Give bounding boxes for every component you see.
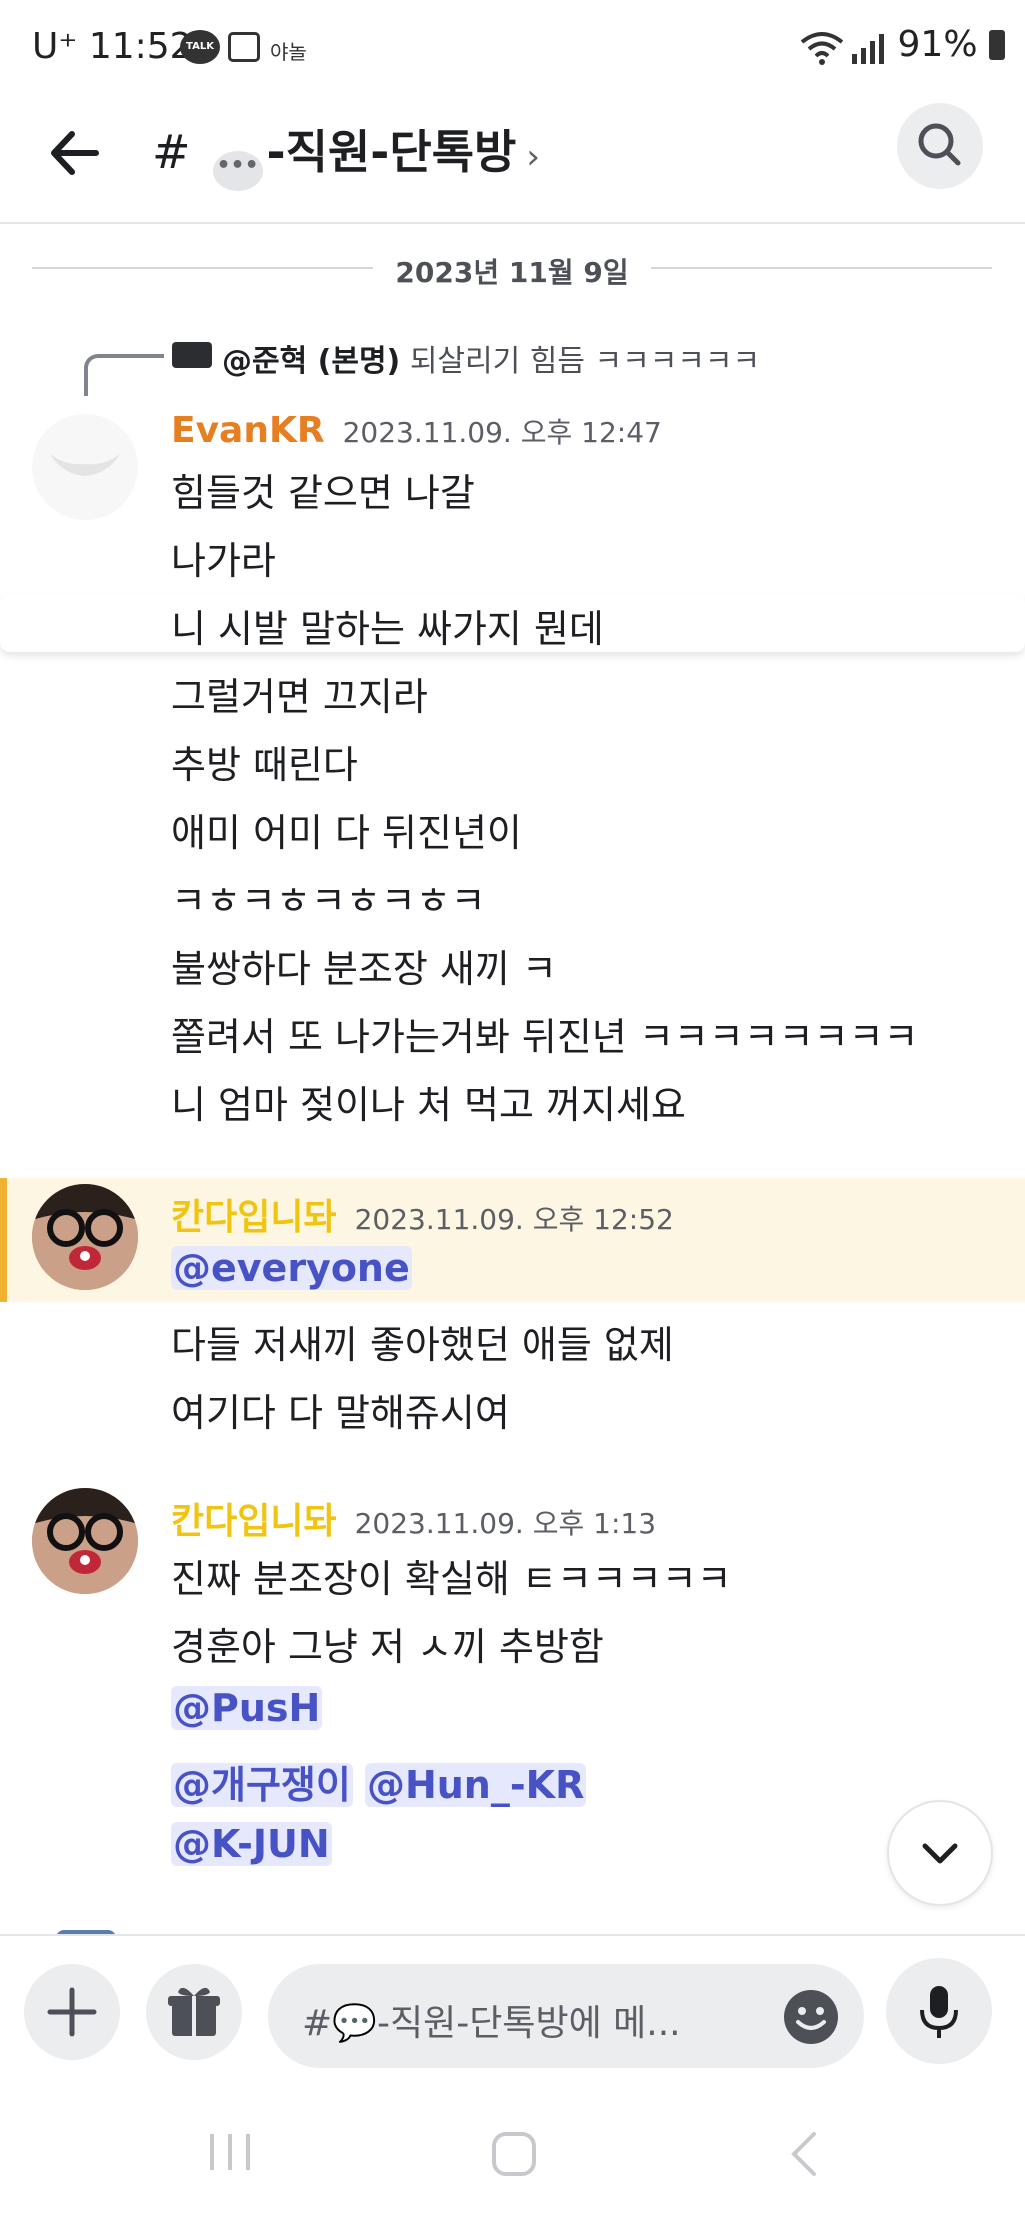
message-header: 칸다입니돠 2023.11.09. 오후 12:52	[171, 1188, 674, 1240]
message-line[interactable]: @개구쟁이 @Hun_-KR	[171, 1754, 587, 1809]
avatar-face-icon	[32, 1488, 138, 1594]
chevron-down-icon	[922, 1843, 958, 1864]
everyone-mention[interactable]: @everyone	[171, 1246, 412, 1290]
search-button[interactable]	[897, 103, 983, 189]
wifi-icon	[800, 32, 844, 65]
date-divider-label: 2023년 11월 9일	[373, 256, 651, 289]
message-line[interactable]: @everyone	[171, 1246, 412, 1290]
message-line[interactable]: 나가라	[171, 530, 276, 585]
message-line[interactable]: 진짜 분조장이 확실해 ㅌㅋㅋㅋㅋㅋ	[171, 1548, 732, 1603]
reply-author: @준혁 (본명)	[222, 344, 401, 379]
voice-message-button[interactable]	[886, 1958, 992, 2064]
author-name[interactable]: 칸다입니돠	[171, 1197, 337, 1238]
message-line[interactable]: 니 시발 말하는 싸가지 뭔데	[171, 598, 604, 653]
gallery-icon	[228, 32, 260, 62]
avatar-face-icon	[32, 1184, 138, 1290]
message-header: 칸다입니돠 2023.11.09. 오후 1:13	[171, 1492, 656, 1544]
message-line[interactable]: 불쌍하다 분조장 새끼 ㅋ	[171, 938, 557, 993]
home-icon[interactable]	[490, 2130, 538, 2178]
message-line[interactable]: 여기다 다 말해쥬시여	[171, 1382, 510, 1437]
user-mention[interactable]: @개구쟁이	[171, 1763, 353, 1807]
message-line[interactable]: 다들 저새끼 좋아했던 애들 없제	[171, 1314, 674, 1369]
add-attachment-button[interactable]	[24, 1964, 120, 2060]
channel-title[interactable]: # ••• -직원-단톡방 ›	[152, 116, 540, 191]
message-line[interactable]: @K-JUN	[171, 1822, 332, 1866]
message-line[interactable]: 경훈아 그냥 저 ㅅ끼 추방함	[171, 1616, 604, 1671]
replied-user-avatar	[172, 342, 212, 368]
avatar[interactable]	[32, 1488, 138, 1594]
clock: 11:52	[88, 26, 193, 67]
user-mention[interactable]: @K-JUN	[171, 1822, 332, 1866]
plus-icon	[47, 1987, 97, 2037]
chevron-right-icon: ›	[526, 137, 540, 177]
hash-icon: #	[152, 125, 191, 179]
message-input-placeholder: #💬-직원-단톡방에 메...	[302, 2003, 681, 2044]
emoji-icon[interactable]	[782, 1988, 840, 2046]
message-line[interactable]: 힘들것 같으면 나갈	[171, 462, 475, 517]
avatar[interactable]	[32, 1184, 138, 1290]
message-composer: #💬-직원-단톡방에 메...	[0, 1934, 1025, 2076]
kakaotalk-icon: TALK	[180, 30, 220, 64]
avatar[interactable]	[32, 414, 138, 520]
timestamp: 2023.11.09. 오후 1:13	[354, 1507, 657, 1540]
carrier-label: U⁺	[32, 26, 78, 67]
author-name[interactable]: 칸다입니돠	[171, 1501, 337, 1542]
message-line[interactable]: ㅋㅎㅋㅎㅋㅎㅋㅎㅋ	[171, 870, 486, 925]
system-navigation-bar	[0, 2074, 1025, 2221]
system-back-icon[interactable]	[784, 2130, 824, 2178]
message-line[interactable]: 애미 어미 다 뒤진년이	[171, 802, 522, 857]
message-line[interactable]: 그럴거면 끄지라	[171, 666, 428, 721]
app-icon: 야놀	[270, 40, 307, 64]
scroll-to-bottom-button[interactable]	[887, 1800, 993, 1906]
user-mention[interactable]: @Hun_-KR	[364, 1763, 587, 1807]
status-time: U⁺ 11:52	[32, 26, 193, 67]
signal-icon	[852, 34, 884, 64]
message-header: EvanKR 2023.11.09. 오후 12:47	[171, 410, 662, 451]
gift-button[interactable]	[146, 1964, 242, 2060]
recent-apps-icon[interactable]	[206, 2130, 254, 2174]
date-divider: 2023년 11월 9일	[32, 248, 992, 289]
timestamp: 2023.11.09. 오후 12:52	[354, 1203, 674, 1236]
message-line[interactable]: 니 엄마 젖이나 처 먹고 꺼지세요	[171, 1074, 686, 1129]
timestamp: 2023.11.09. 오후 12:47	[342, 416, 662, 449]
message-line[interactable]: 추방 때린다	[171, 734, 358, 789]
gift-icon	[168, 1987, 220, 2036]
reply-text: 되살리기 힘듬 ㅋㅋㅋㅋㅋㅋ	[409, 344, 761, 379]
channel-name: -직원-단톡방	[266, 125, 517, 179]
speech-bubble-icon: •••	[212, 151, 263, 191]
battery-icon	[989, 30, 1005, 60]
wings-logo-icon	[50, 454, 120, 476]
reply-preview[interactable]: @준혁 (본명) 되살리기 힘듬 ㅋㅋㅋㅋㅋㅋ	[222, 336, 760, 380]
reply-connector	[84, 354, 164, 396]
message-line[interactable]: 쫄려서 또 나가는거봐 뒤진년 ㅋㅋㅋㅋㅋㅋㅋㅋ	[171, 1006, 919, 1061]
back-arrow-icon[interactable]	[40, 118, 110, 188]
message-line[interactable]: @PusH	[171, 1686, 323, 1730]
message-input[interactable]: #💬-직원-단톡방에 메...	[268, 1964, 864, 2068]
channel-header: # ••• -직원-단톡방 ›	[0, 96, 1025, 224]
search-icon	[918, 123, 961, 166]
status-bar: U⁺ 11:52 TALK 야놀 91%	[0, 0, 1025, 96]
microphone-icon	[920, 1986, 958, 2038]
author-name[interactable]: EvanKR	[171, 410, 325, 451]
user-mention[interactable]: @PusH	[171, 1686, 323, 1730]
battery-level: 91%	[898, 24, 1005, 65]
